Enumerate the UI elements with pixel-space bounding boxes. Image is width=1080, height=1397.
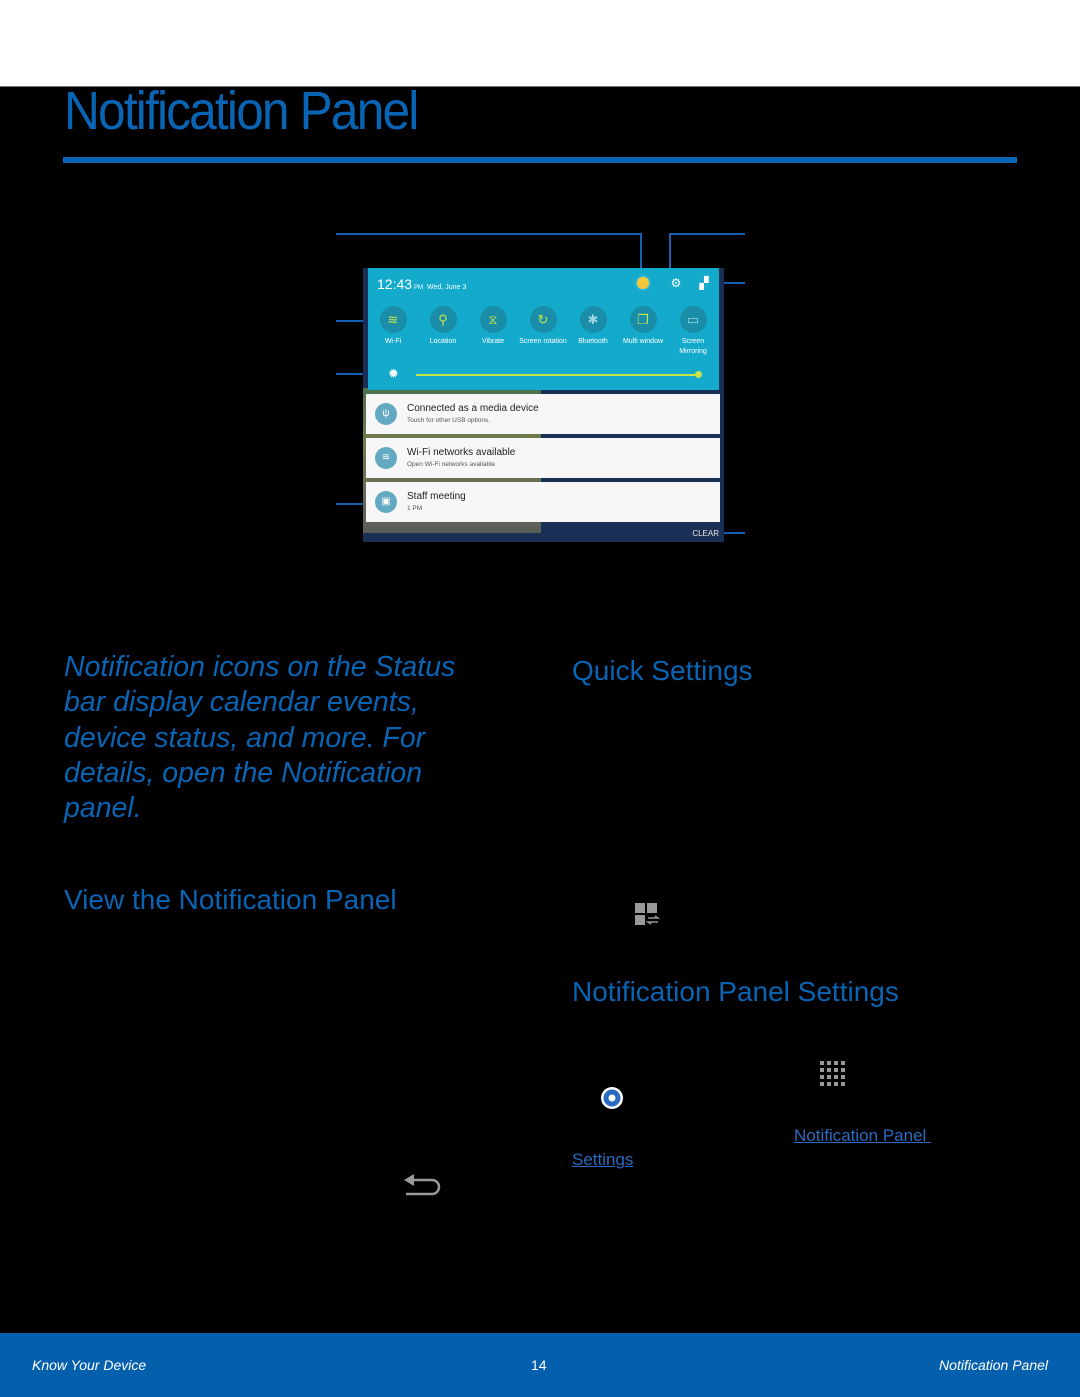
quick-setting-label: Wi-Fi (384, 338, 402, 345)
vibrate-icon: ⧖ (479, 306, 507, 333)
settings-gear-icon (601, 1087, 623, 1109)
quick-setting-tile[interactable]: ❐ Multi window (618, 306, 668, 357)
footer-section: Notification Panel (939, 1357, 1048, 1373)
screen-mirroring-icon: ▭ (679, 306, 707, 333)
callout-line-clear (723, 532, 745, 534)
quick-setting-label: Screen rotation (519, 338, 567, 345)
quick-setting-label: Vibrate (481, 338, 505, 345)
brightness-icon: ✹ (388, 366, 399, 381)
notification-title: Staff meeting (407, 491, 466, 502)
view-notification-panel-heading: View the Notification Panel (64, 884, 397, 915)
back-icon (404, 1174, 441, 1196)
quick-settings-edit-icon (635, 903, 661, 925)
notification-panel-link[interactable]: Notification Panel (794, 1126, 931, 1146)
settings-gear-icon[interactable]: ⚙ (669, 276, 683, 290)
usb-icon: ψ (375, 403, 397, 425)
callout-line-settings-v (669, 233, 671, 271)
quick-setting-tile[interactable]: ▭ Screen Mirroring (668, 306, 718, 357)
date: Wed, June 3 (427, 284, 467, 291)
callout-line-settings (669, 233, 745, 235)
quick-setting-label: Screen Mirroring (679, 338, 707, 355)
quick-setting-label: Bluetooth (578, 338, 608, 345)
notification-panel-screenshot: 12:43 PM Wed, June 3 ⚙ ▞ ≋ Wi-Fi ⚲ Location ⧖ V… (363, 268, 724, 542)
multi-window-icon: ❐ (629, 306, 657, 333)
notification-item[interactable]: ▣ Staff meeting 1 PM (366, 482, 720, 522)
quick-setting-label: Location (429, 338, 457, 345)
brightness-slider-knob[interactable] (695, 371, 702, 378)
status-clock: 12:43 PM Wed, June 3 (377, 276, 466, 292)
quick-setting-tile[interactable]: ≋ Wi-Fi (368, 306, 418, 357)
apps-grid-icon (820, 1061, 845, 1086)
notification-item[interactable]: ψ Connected as a media device Touch for ot… (366, 394, 720, 434)
footer-page-number: 14 (531, 1357, 547, 1373)
quick-setting-label: Multi window (622, 338, 664, 345)
notification-panel-settings-heading: Notification Panel Settings (572, 976, 899, 1007)
clear-button[interactable]: CLEAR (692, 529, 719, 538)
quick-setting-tile[interactable]: ✱ Bluetooth (568, 306, 618, 357)
location-pin-icon: ⚲ (429, 306, 457, 333)
notification-subtitle: Open Wi-Fi networks available (407, 461, 496, 468)
footer-chapter: Know Your Device (32, 1357, 147, 1373)
wifi-notification-icon: ≋ (375, 447, 397, 469)
quick-setting-tile[interactable]: ⚲ Location (418, 306, 468, 357)
page-title: Notification Panel (64, 81, 419, 141)
quick-settings-area: 12:43 PM Wed, June 3 ⚙ ▞ ≋ Wi-Fi ⚲ Location ⧖ V… (368, 268, 719, 390)
wifi-icon: ≋ (379, 306, 407, 333)
top-margin (0, 0, 1080, 87)
quick-settings-tiles: ≋ Wi-Fi ⚲ Location ⧖ Vibrate ↻ Screen rotation ✱… (368, 306, 719, 357)
quick-settings-edit-icon[interactable]: ▞ (697, 276, 711, 290)
callout-line-bulb (336, 233, 642, 235)
page-footer: Know Your Device 14 Notification Panel (0, 1333, 1080, 1397)
quick-settings-heading: Quick Settings (572, 655, 753, 686)
notification-subtitle: 1 PM (407, 505, 423, 512)
bulb-icon[interactable] (637, 277, 649, 289)
quick-setting-tile[interactable]: ⧖ Vibrate (468, 306, 518, 357)
intro-text: Notification icons on the Status bar dis… (64, 651, 456, 825)
calendar-icon: ▣ (375, 491, 397, 513)
ampm: PM (414, 285, 424, 291)
bluetooth-icon: ✱ (579, 306, 607, 333)
screen-rotation-icon: ↻ (529, 306, 557, 333)
notification-subtitle: Touch for other USB options. (407, 417, 491, 424)
settings-link[interactable]: Settings (572, 1150, 633, 1170)
time: 12:43 (377, 276, 413, 292)
callout-line-bulb-v (640, 233, 642, 271)
notification-title: Wi-Fi networks available (407, 447, 516, 458)
brightness-slider[interactable] (416, 374, 698, 376)
notification-title: Connected as a media device (407, 403, 539, 414)
notification-item[interactable]: ≋ Wi-Fi networks available Open Wi-Fi netw… (366, 438, 720, 478)
quick-setting-tile[interactable]: ↻ Screen rotation (518, 306, 568, 357)
title-rule (63, 157, 1017, 163)
